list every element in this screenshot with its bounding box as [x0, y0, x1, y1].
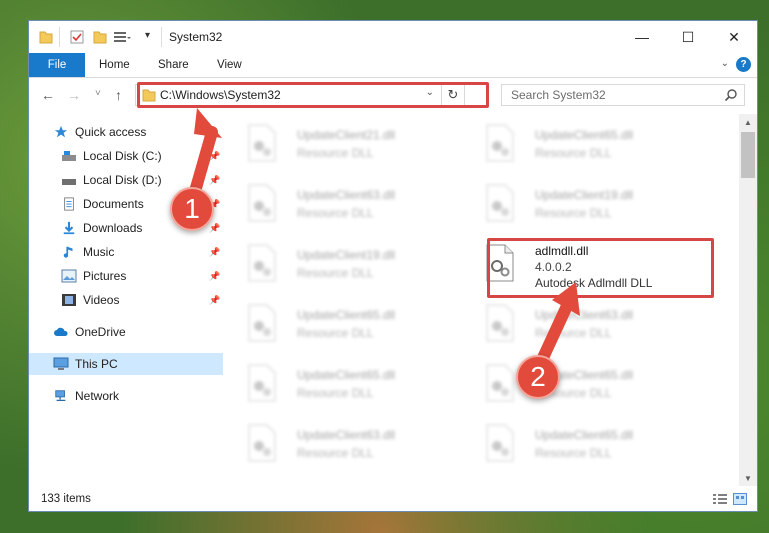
- minimize-button[interactable]: —: [619, 21, 665, 53]
- list-item[interactable]: UpdateClient65.dll Resource DLL: [225, 300, 445, 352]
- dll-file-icon: [486, 364, 514, 402]
- dll-file-icon: [486, 424, 514, 462]
- details-view-icon[interactable]: [713, 493, 727, 505]
- chevron-down-icon[interactable]: ⌄: [721, 58, 729, 69]
- document-icon: [64, 197, 74, 211]
- dll-file-icon: [486, 184, 514, 222]
- folder-icon: [39, 31, 53, 44]
- navigation-pane: Quick access Local Disk (C:) 📌 Local Dis…: [29, 114, 223, 486]
- tab-view[interactable]: View: [217, 53, 242, 77]
- network-icon: [55, 390, 66, 402]
- list-item[interactable]: UpdateClient65.dll Resource DLL: [463, 120, 683, 172]
- sidebar-item-videos[interactable]: Videos 📌: [29, 289, 223, 311]
- up-arrow-icon[interactable]: ↑: [115, 87, 122, 103]
- properties-icon[interactable]: [69, 29, 85, 45]
- list-item[interactable]: UpdateClient19.dll Resource DLL: [463, 180, 683, 232]
- forward-arrow-icon[interactable]: →: [67, 87, 81, 103]
- maximize-button[interactable]: ☐: [665, 21, 711, 53]
- step-badge-2: 2: [516, 355, 560, 399]
- dll-file-icon: [248, 184, 276, 222]
- status-bar: 133 items: [29, 487, 757, 511]
- help-icon[interactable]: ?: [736, 57, 751, 72]
- pin-icon[interactable]: 📌: [209, 247, 220, 258]
- pin-icon[interactable]: 📌: [209, 223, 220, 234]
- music-icon: [63, 246, 73, 258]
- dll-file-icon: [248, 364, 276, 402]
- pin-icon[interactable]: 📌: [209, 271, 220, 282]
- address-highlight: [137, 82, 489, 108]
- list-item[interactable]: UpdateClient21.dll Resource DLL: [225, 120, 445, 172]
- download-icon: [63, 221, 75, 235]
- sidebar-item-network[interactable]: Network: [29, 385, 223, 407]
- dll-file-icon: [248, 244, 276, 282]
- dll-file-icon: [486, 124, 514, 162]
- search-icon[interactable]: [724, 88, 738, 102]
- scroll-down-icon[interactable]: ▼: [739, 470, 757, 486]
- list-item[interactable]: UpdateClient65.dll Resource DLL: [225, 360, 445, 412]
- pin-icon[interactable]: 📌: [209, 175, 220, 186]
- title-bar: ▾ System32 — ☐ ✕: [29, 21, 757, 53]
- list-item[interactable]: UpdateClient65.dll Resource DLL: [463, 360, 683, 412]
- qat-dropdown-icon[interactable]: ▾: [145, 30, 150, 46]
- list-item[interactable]: UpdateClient19.dll Resource DLL: [225, 240, 445, 292]
- pin-icon[interactable]: 📌: [209, 151, 220, 162]
- separator: [161, 27, 162, 47]
- sidebar-item-this-pc[interactable]: This PC: [29, 353, 223, 375]
- scroll-thumb[interactable]: [741, 132, 755, 178]
- list-item[interactable]: UpdateClient65.dll Resource DLL: [463, 420, 683, 472]
- new-folder-icon[interactable]: [93, 29, 107, 45]
- pictures-icon: [61, 269, 77, 283]
- drive-icon: [62, 151, 76, 161]
- computer-icon: [53, 357, 69, 370]
- customize-toolbar-icon[interactable]: [113, 29, 131, 45]
- list-item[interactable]: UpdateClient63.dll Resource DLL: [463, 300, 683, 352]
- window-title: System32: [169, 30, 223, 44]
- sidebar-item-onedrive[interactable]: OneDrive: [29, 321, 223, 343]
- video-icon: [62, 294, 76, 306]
- list-item[interactable]: UpdateClient63.dll Resource DLL: [225, 180, 445, 232]
- sidebar-item-pictures[interactable]: Pictures 📌: [29, 265, 223, 287]
- pin-icon[interactable]: 📌: [209, 295, 220, 306]
- sidebar-item-music[interactable]: Music 📌: [29, 241, 223, 263]
- close-button[interactable]: ✕: [711, 21, 757, 53]
- search-input[interactable]: Search System32: [501, 84, 745, 106]
- file-explorer-window: ▾ System32 — ☐ ✕ File Home Share View ⌄ …: [28, 20, 758, 512]
- step-badge-1: 1: [170, 187, 214, 231]
- file-list: UpdateClient21.dll Resource DLL UpdateCl…: [225, 114, 739, 486]
- list-item[interactable]: UpdateClient63.dll Resource DLL: [225, 420, 445, 472]
- recent-locations-icon[interactable]: ˅: [95, 88, 101, 99]
- cloud-icon: [54, 327, 68, 336]
- tab-file[interactable]: File: [29, 53, 85, 77]
- star-icon: [54, 125, 68, 138]
- scroll-up-icon[interactable]: ▲: [739, 114, 757, 130]
- search-placeholder: Search System32: [511, 88, 606, 102]
- drive-icon: [62, 179, 76, 185]
- item-count: 133 items: [41, 493, 91, 505]
- vertical-scrollbar[interactable]: ▲ ▼: [739, 114, 757, 486]
- sidebar-item-quick-access[interactable]: Quick access: [29, 121, 223, 143]
- dll-file-icon: [248, 304, 276, 342]
- file-highlight: [487, 238, 714, 298]
- back-arrow-icon[interactable]: ←: [41, 87, 55, 103]
- tab-home[interactable]: Home: [99, 53, 130, 77]
- dll-file-icon: [248, 124, 276, 162]
- large-icons-view-icon[interactable]: [733, 493, 747, 505]
- dll-file-icon: [486, 304, 514, 342]
- tab-share[interactable]: Share: [158, 53, 189, 77]
- ribbon-tabs: File Home Share View ⌄ ?: [29, 53, 757, 78]
- dll-file-icon: [248, 424, 276, 462]
- sidebar-item-local-disk-c[interactable]: Local Disk (C:) 📌: [29, 145, 223, 167]
- separator: [59, 27, 60, 47]
